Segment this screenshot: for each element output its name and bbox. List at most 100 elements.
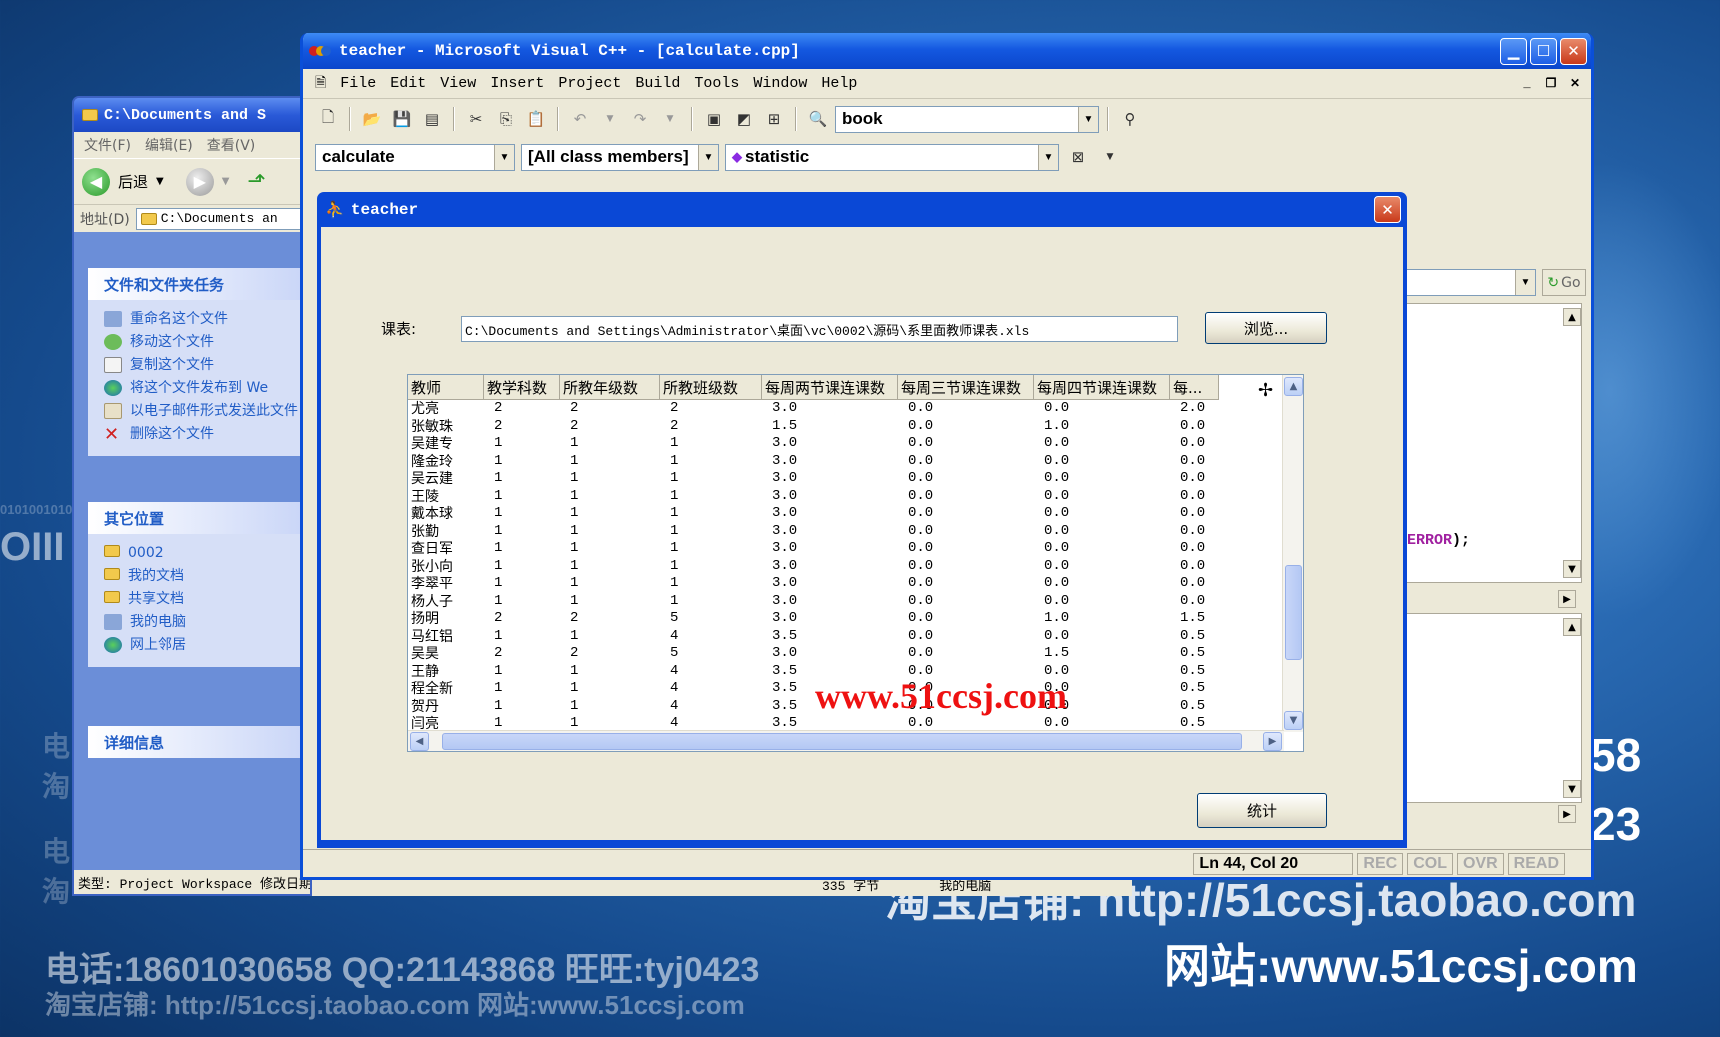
mdi-close-button[interactable]: ✕ <box>1565 73 1585 94</box>
find-combo[interactable]: book ▼ <box>835 105 1099 133</box>
forward-dropdown-icon[interactable]: ▼ <box>222 176 230 187</box>
wizard-action-icon[interactable]: ⊠ <box>1065 144 1091 170</box>
table-row[interactable]: 查日军 1 1 1 3.0 0.0 0.0 0.0 <box>408 540 1282 558</box>
task-move[interactable]: 移动这个文件 <box>88 331 310 354</box>
mdi-restore-button[interactable]: ❐ <box>1541 73 1561 94</box>
class-combo[interactable]: calculate ▼ <box>315 143 515 171</box>
explorer-menu-edit[interactable]: 编辑(E) <box>145 135 193 155</box>
table-row[interactable]: 扬明 2 2 5 3.0 0.0 1.0 1.5 <box>408 610 1282 628</box>
explorer-titlebar[interactable]: C:\Documents and S <box>74 98 310 132</box>
table-row[interactable]: 张敏珠 2 2 2 1.5 0.0 1.0 0.0 <box>408 418 1282 436</box>
table-row[interactable]: 吴建专 1 1 1 3.0 0.0 0.0 0.0 <box>408 435 1282 453</box>
dialog-titlebar[interactable]: ⛹ teacher ✕ <box>321 192 1403 227</box>
table-row[interactable]: 马红铝 1 1 4 3.5 0.0 0.0 0.5 <box>408 628 1282 646</box>
vertical-scroll-thumb[interactable] <box>1285 565 1302 660</box>
scroll-up-arrow[interactable]: ▲ <box>1284 377 1303 396</box>
save-icon[interactable]: 💾 <box>389 106 415 132</box>
mdi-minimize-button[interactable]: _ <box>1517 73 1537 94</box>
column-header[interactable]: 每... <box>1170 375 1219 400</box>
find-in-files-icon[interactable]: 🔍 <box>805 106 831 132</box>
right-pane-combo[interactable]: ▼ <box>1406 269 1536 296</box>
output-pane[interactable]: ▲ ▼ <box>1406 613 1582 803</box>
teacher-stats-grid[interactable]: 教师 教学科数 所教年级数 所教班级数 每周两节课连课数 每周三节课连课数 每周四节课连课数… <box>407 374 1304 752</box>
go-button[interactable]: ↻ Go <box>1542 269 1586 296</box>
browse-button[interactable]: 浏览... <box>1205 312 1327 344</box>
task-copy[interactable]: 复制这个文件 <box>88 354 310 377</box>
scroll-down-arrow[interactable]: ▼ <box>1563 780 1581 798</box>
scroll-up-arrow[interactable]: ▲ <box>1563 308 1581 326</box>
up-folder-icon[interactable]: ⬏ <box>247 169 265 194</box>
place-shared-documents[interactable]: 共享文档 <box>88 588 310 611</box>
address-input[interactable]: C:\Documents an <box>135 207 310 230</box>
column-header[interactable]: 教师 <box>408 375 484 400</box>
redo-dropdown-icon[interactable]: ▼ <box>657 106 683 132</box>
explorer-menu-file[interactable]: 文件(F) <box>84 135 131 155</box>
workspace-icon[interactable]: ▣ <box>701 106 727 132</box>
chevron-down-icon[interactable]: ▼ <box>1078 106 1098 132</box>
menu-edit[interactable]: Edit <box>390 75 426 92</box>
table-row[interactable]: 尤亮 2 2 2 3.0 0.0 0.0 2.0 <box>408 400 1282 418</box>
schedule-path-input[interactable]: C:\Documents and Settings\Administrator\… <box>461 316 1178 342</box>
chevron-down-icon[interactable]: ▼ <box>698 144 718 170</box>
table-row[interactable]: 王陵 1 1 1 3.0 0.0 0.0 0.0 <box>408 488 1282 506</box>
table-row[interactable]: 李翠平 1 1 1 3.0 0.0 0.0 0.0 <box>408 575 1282 593</box>
redo-icon[interactable]: ↷ <box>627 106 653 132</box>
table-row[interactable]: 吴昊 2 2 5 3.0 0.0 1.5 0.5 <box>408 645 1282 663</box>
task-delete[interactable]: ✕ 删除这个文件 <box>88 423 310 446</box>
other-places-header[interactable]: 其它位置 <box>88 502 310 534</box>
back-dropdown-icon[interactable]: ▼ <box>156 176 164 187</box>
scroll-up-arrow[interactable]: ▲ <box>1563 618 1581 636</box>
scroll-right-arrow[interactable]: ▶ <box>1558 805 1576 823</box>
undo-dropdown-icon[interactable]: ▼ <box>597 106 623 132</box>
place-0002[interactable]: 0002 <box>88 542 310 565</box>
menu-window[interactable]: Window <box>753 75 807 92</box>
table-row[interactable]: 杨人子 1 1 1 3.0 0.0 0.0 0.0 <box>408 593 1282 611</box>
save-all-icon[interactable]: ▤ <box>419 106 445 132</box>
table-row[interactable]: 张勤 1 1 1 3.0 0.0 0.0 0.0 <box>408 523 1282 541</box>
column-header[interactable]: 每周两节课连课数 <box>762 375 898 400</box>
back-arrow-icon[interactable]: ◀ <box>82 167 110 196</box>
scroll-right-arrow[interactable]: ▶ <box>1558 590 1576 608</box>
column-header[interactable]: 每周三节课连课数 <box>898 375 1034 400</box>
code-editor[interactable]: ERROR); ▲ ▼ <box>1406 303 1582 583</box>
scroll-left-arrow[interactable]: ◀ <box>410 732 429 751</box>
task-publish[interactable]: 将这个文件发布到 We <box>88 377 310 400</box>
copy-icon[interactable]: ⎘ <box>493 106 519 132</box>
maximize-button[interactable]: ☐ <box>1530 37 1557 65</box>
grid-horizontal-scrollbar[interactable]: ◀ ▶ <box>408 730 1284 751</box>
menu-project[interactable]: Project <box>558 75 621 92</box>
menu-help[interactable]: Help <box>821 75 857 92</box>
close-button[interactable]: ✕ <box>1560 37 1587 65</box>
new-file-icon[interactable]: 🗋 <box>315 106 341 132</box>
function-combo[interactable]: ◆ statistic ▼ <box>725 143 1059 171</box>
place-my-computer[interactable]: 我的电脑 <box>88 611 310 634</box>
cut-icon[interactable]: ✂ <box>463 106 489 132</box>
back-button-label[interactable]: 后退 <box>118 171 148 192</box>
output-icon[interactable]: ◩ <box>731 106 757 132</box>
column-header[interactable]: 所教年级数 <box>560 375 660 400</box>
members-combo[interactable]: [All class members] ▼ <box>521 143 719 171</box>
menu-file[interactable]: File <box>340 75 376 92</box>
chevron-down-icon[interactable]: ▼ <box>1038 144 1058 170</box>
task-rename[interactable]: 重命名这个文件 <box>88 308 310 331</box>
vc-titlebar[interactable]: teacher - Microsoft Visual C++ - [calcul… <box>303 33 1591 69</box>
menu-tools[interactable]: Tools <box>694 75 739 92</box>
column-header[interactable]: 教学科数 <box>484 375 560 400</box>
menu-insert[interactable]: Insert <box>490 75 544 92</box>
scroll-down-arrow[interactable]: ▼ <box>1563 560 1581 578</box>
forward-arrow-icon[interactable]: ▶ <box>185 167 214 196</box>
table-row[interactable]: 戴本球 1 1 1 3.0 0.0 0.0 0.0 <box>408 505 1282 523</box>
menu-view[interactable]: View <box>440 75 476 92</box>
document-icon[interactable]: 🗎 <box>315 72 326 96</box>
details-header[interactable]: 详细信息 <box>88 726 310 758</box>
column-header[interactable]: 所教班级数 <box>660 375 762 400</box>
chevron-down-icon[interactable]: ▼ <box>494 144 514 170</box>
statistics-button[interactable]: 统计 <box>1197 793 1327 828</box>
column-header[interactable]: 每周四节课连课数 <box>1034 375 1170 400</box>
undo-icon[interactable]: ↶ <box>567 106 593 132</box>
open-folder-icon[interactable]: 📂 <box>359 106 385 132</box>
table-row[interactable]: 隆金玲 1 1 1 3.0 0.0 0.0 0.0 <box>408 453 1282 471</box>
grid-vertical-scrollbar[interactable]: ▲ ▼ <box>1282 375 1303 732</box>
binoculars-icon[interactable]: ⚲ <box>1117 106 1143 132</box>
scroll-down-arrow[interactable]: ▼ <box>1284 711 1303 730</box>
